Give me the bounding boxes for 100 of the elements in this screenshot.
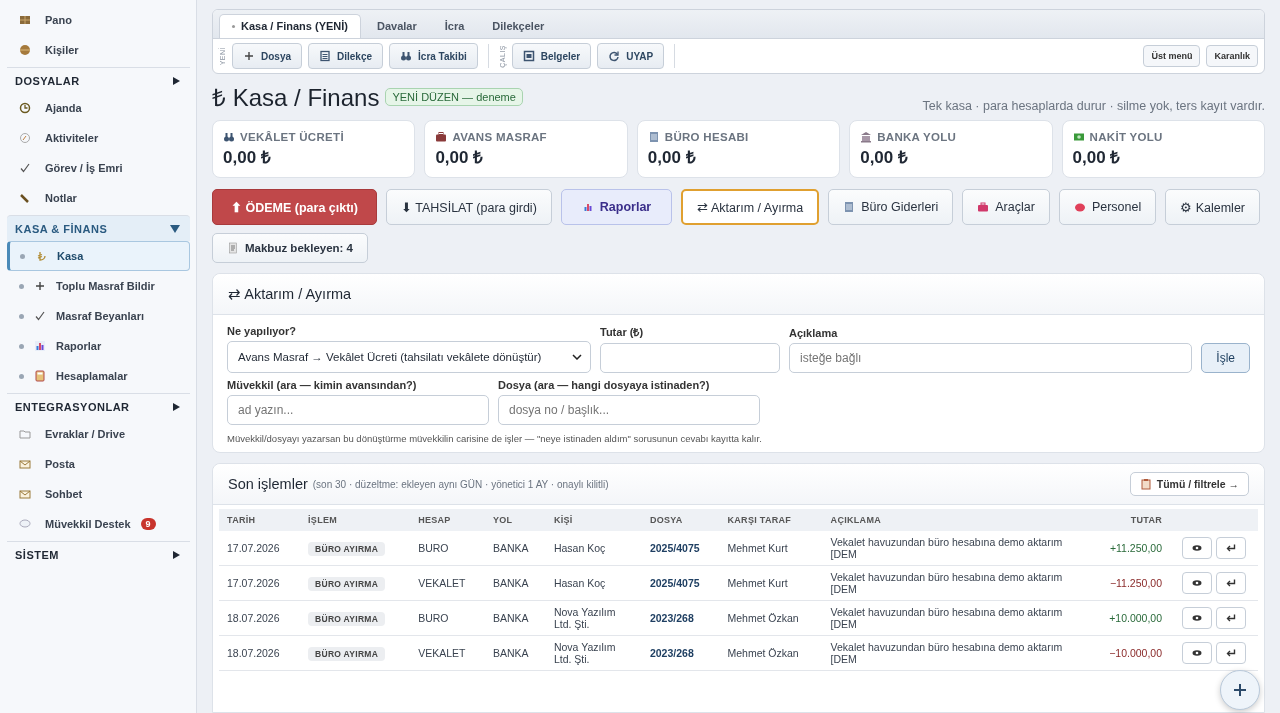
action-button[interactable]: Personel xyxy=(1058,189,1157,225)
stat-label: VEKÂLET ÜCRETİ xyxy=(240,131,344,143)
reverse-button[interactable] xyxy=(1216,607,1246,629)
submit-button[interactable]: İşle xyxy=(1201,343,1250,373)
action-button[interactable]: ⇄ Aktarım / Ayırma xyxy=(681,189,820,225)
tab[interactable]: Davalar xyxy=(365,14,429,38)
view-button[interactable] xyxy=(1182,537,1212,559)
table-cell: BANKA xyxy=(492,542,529,554)
sidebar-item[interactable]: Kasa xyxy=(7,241,190,271)
sidebar-item[interactable]: Aktiviteler xyxy=(7,123,190,153)
table-cell: BANKA xyxy=(492,612,529,624)
panel-title: Son işlemler xyxy=(228,476,308,492)
reverse-button[interactable] xyxy=(1216,642,1246,664)
action-button[interactable]: Makbuz bekleyen: 4 xyxy=(212,233,368,263)
action-button[interactable]: ⬇ TAHSİLAT (para girdi) xyxy=(386,189,552,225)
return-arrow-icon xyxy=(1225,647,1237,659)
sidebar-item[interactable]: Hesaplamalar xyxy=(7,361,190,391)
stat-label: BANKA YOLU xyxy=(877,131,957,143)
stat-value: 0,00 ₺ xyxy=(223,147,272,168)
bullet-icon xyxy=(19,313,24,319)
action-button[interactable]: ⬆ ÖDEME (para çıktı) xyxy=(212,189,377,225)
action-button[interactable]: Raporlar xyxy=(560,189,673,225)
toolbar-button[interactable]: Dosya xyxy=(232,43,302,69)
column-header: İŞLEM xyxy=(308,515,338,525)
table-cell: Vekalet havuzundan büro hesabına demo aktarım [DEM xyxy=(830,605,1063,630)
view-button[interactable] xyxy=(1182,607,1212,629)
file-link[interactable]: 2025/4075 xyxy=(649,577,700,589)
column-header: TUTAR xyxy=(1130,515,1162,525)
tab[interactable]: Dilekçeler xyxy=(480,14,557,38)
sidebar-item[interactable]: Evraklar / Drive xyxy=(7,419,190,449)
banknote-icon xyxy=(1072,131,1085,143)
sidebar-item[interactable]: Posta xyxy=(7,449,190,479)
eye-icon xyxy=(1191,577,1203,589)
bullet-icon xyxy=(19,343,24,349)
action-button[interactable]: Büro Giderleri xyxy=(828,189,954,225)
toolbar-button[interactable]: Karanlık xyxy=(1206,45,1258,67)
action-button[interactable]: ⚙ Kalemler xyxy=(1165,189,1260,225)
reverse-button[interactable] xyxy=(1216,537,1246,559)
filter-button[interactable]: Tümü / filtrele → xyxy=(1129,472,1249,496)
toolbar-button[interactable]: Belgeler xyxy=(511,43,592,69)
return-arrow-icon xyxy=(1225,542,1237,554)
column-header: DOSYA xyxy=(649,515,683,525)
eye-icon xyxy=(1191,542,1203,554)
toolbar-button[interactable]: UYAP xyxy=(597,43,665,69)
table-cell: Vekalet havuzundan büro hesabına demo aktarım [DEM xyxy=(830,640,1063,665)
table-cell: BURO xyxy=(418,612,449,624)
tab[interactable]: Kasa / Finans (YENİ) xyxy=(219,14,361,38)
tab[interactable]: İcra xyxy=(432,14,477,38)
table-cell: BANKA xyxy=(492,577,529,589)
panel-title: ⇄ Aktarım / Ayırma xyxy=(228,286,352,302)
bar-chart-icon xyxy=(34,340,46,352)
calculator-icon xyxy=(34,370,46,382)
file-link[interactable]: 2023/268 xyxy=(649,647,694,659)
count-badge: 9 xyxy=(140,518,156,530)
sidebar-item[interactable]: Kişiler xyxy=(7,35,190,65)
toolbar-button[interactable]: Dilekçe xyxy=(308,43,384,69)
sidebar-item[interactable]: Pano xyxy=(7,5,190,35)
reverse-button[interactable] xyxy=(1216,572,1246,594)
sidebar-item[interactable]: Ajanda xyxy=(7,93,190,123)
sidebar-item[interactable]: Müvekkil Destek 9 xyxy=(7,509,190,539)
plus-icon xyxy=(34,280,46,292)
section-header[interactable]: DOSYALAR xyxy=(7,67,190,93)
section-header[interactable]: ENTEGRASYONLAR xyxy=(7,393,190,419)
globe-icon xyxy=(19,44,31,56)
table-cell: Mehmet Kurt xyxy=(727,577,788,589)
operation-select[interactable]: Avans Masraf → Vekâlet Ücreti (tahsilatı vekâlete dönüştür) xyxy=(227,341,591,373)
briefcase-icon xyxy=(435,131,448,143)
pencil-icon xyxy=(19,192,31,204)
document-icon xyxy=(319,50,331,62)
sidebar-item[interactable]: Masraf Beyanları xyxy=(7,301,190,331)
file-link[interactable]: 2023/268 xyxy=(649,612,694,624)
section-header[interactable]: SİSTEM xyxy=(7,541,190,567)
description-field[interactable]: isteğe bağlı xyxy=(789,343,1193,373)
file-link[interactable]: 2025/4075 xyxy=(649,542,700,554)
stat-value: 0,00 ₺ xyxy=(1072,147,1122,168)
sidebar-item[interactable]: Toplu Masraf Bildir xyxy=(7,271,190,301)
view-button[interactable] xyxy=(1182,572,1212,594)
table-cell: Mehmet Kurt xyxy=(727,542,788,554)
amount-cell: −11.250,00 xyxy=(1109,577,1162,589)
sidebar-item[interactable]: Görev / İş Emri xyxy=(7,153,190,183)
sidebar-item[interactable]: Sohbet xyxy=(7,479,190,509)
table-cell: VEKALET xyxy=(418,577,466,589)
section-header[interactable]: KASA & FİNANS xyxy=(7,215,190,241)
status-badge: YENİ DÜZEN — deneme xyxy=(385,87,523,106)
refresh-icon xyxy=(608,50,621,62)
table-cell: Hasan Koç xyxy=(553,576,606,589)
toolbar-button[interactable]: İcra Takibi xyxy=(389,43,478,69)
view-button[interactable] xyxy=(1182,642,1212,664)
client-search-field[interactable]: ad yazın... xyxy=(227,395,489,425)
sidebar-item[interactable]: Raporlar xyxy=(7,331,190,361)
toolbar-button[interactable]: Üst menü xyxy=(1143,45,1201,67)
operation-tag: BÜRO AYIRMA xyxy=(308,542,386,556)
amount-field[interactable] xyxy=(600,343,780,373)
table-cell: Nova Yazılım Ltd. Şti. xyxy=(553,605,616,630)
stat-label: BÜRO HESABI xyxy=(664,131,749,143)
file-search-field[interactable]: dosya no / başlık... xyxy=(498,395,760,425)
panel-subtitle: (son 30 · düzeltme: ekleyen aynı GÜN · yönetici 1 AY · onaylı kilitli) xyxy=(312,478,609,490)
action-button[interactable]: Araçlar xyxy=(962,189,1050,225)
sidebar-item[interactable]: Notlar xyxy=(7,183,190,213)
page-title: ₺ Kasa / Finans xyxy=(212,83,380,113)
